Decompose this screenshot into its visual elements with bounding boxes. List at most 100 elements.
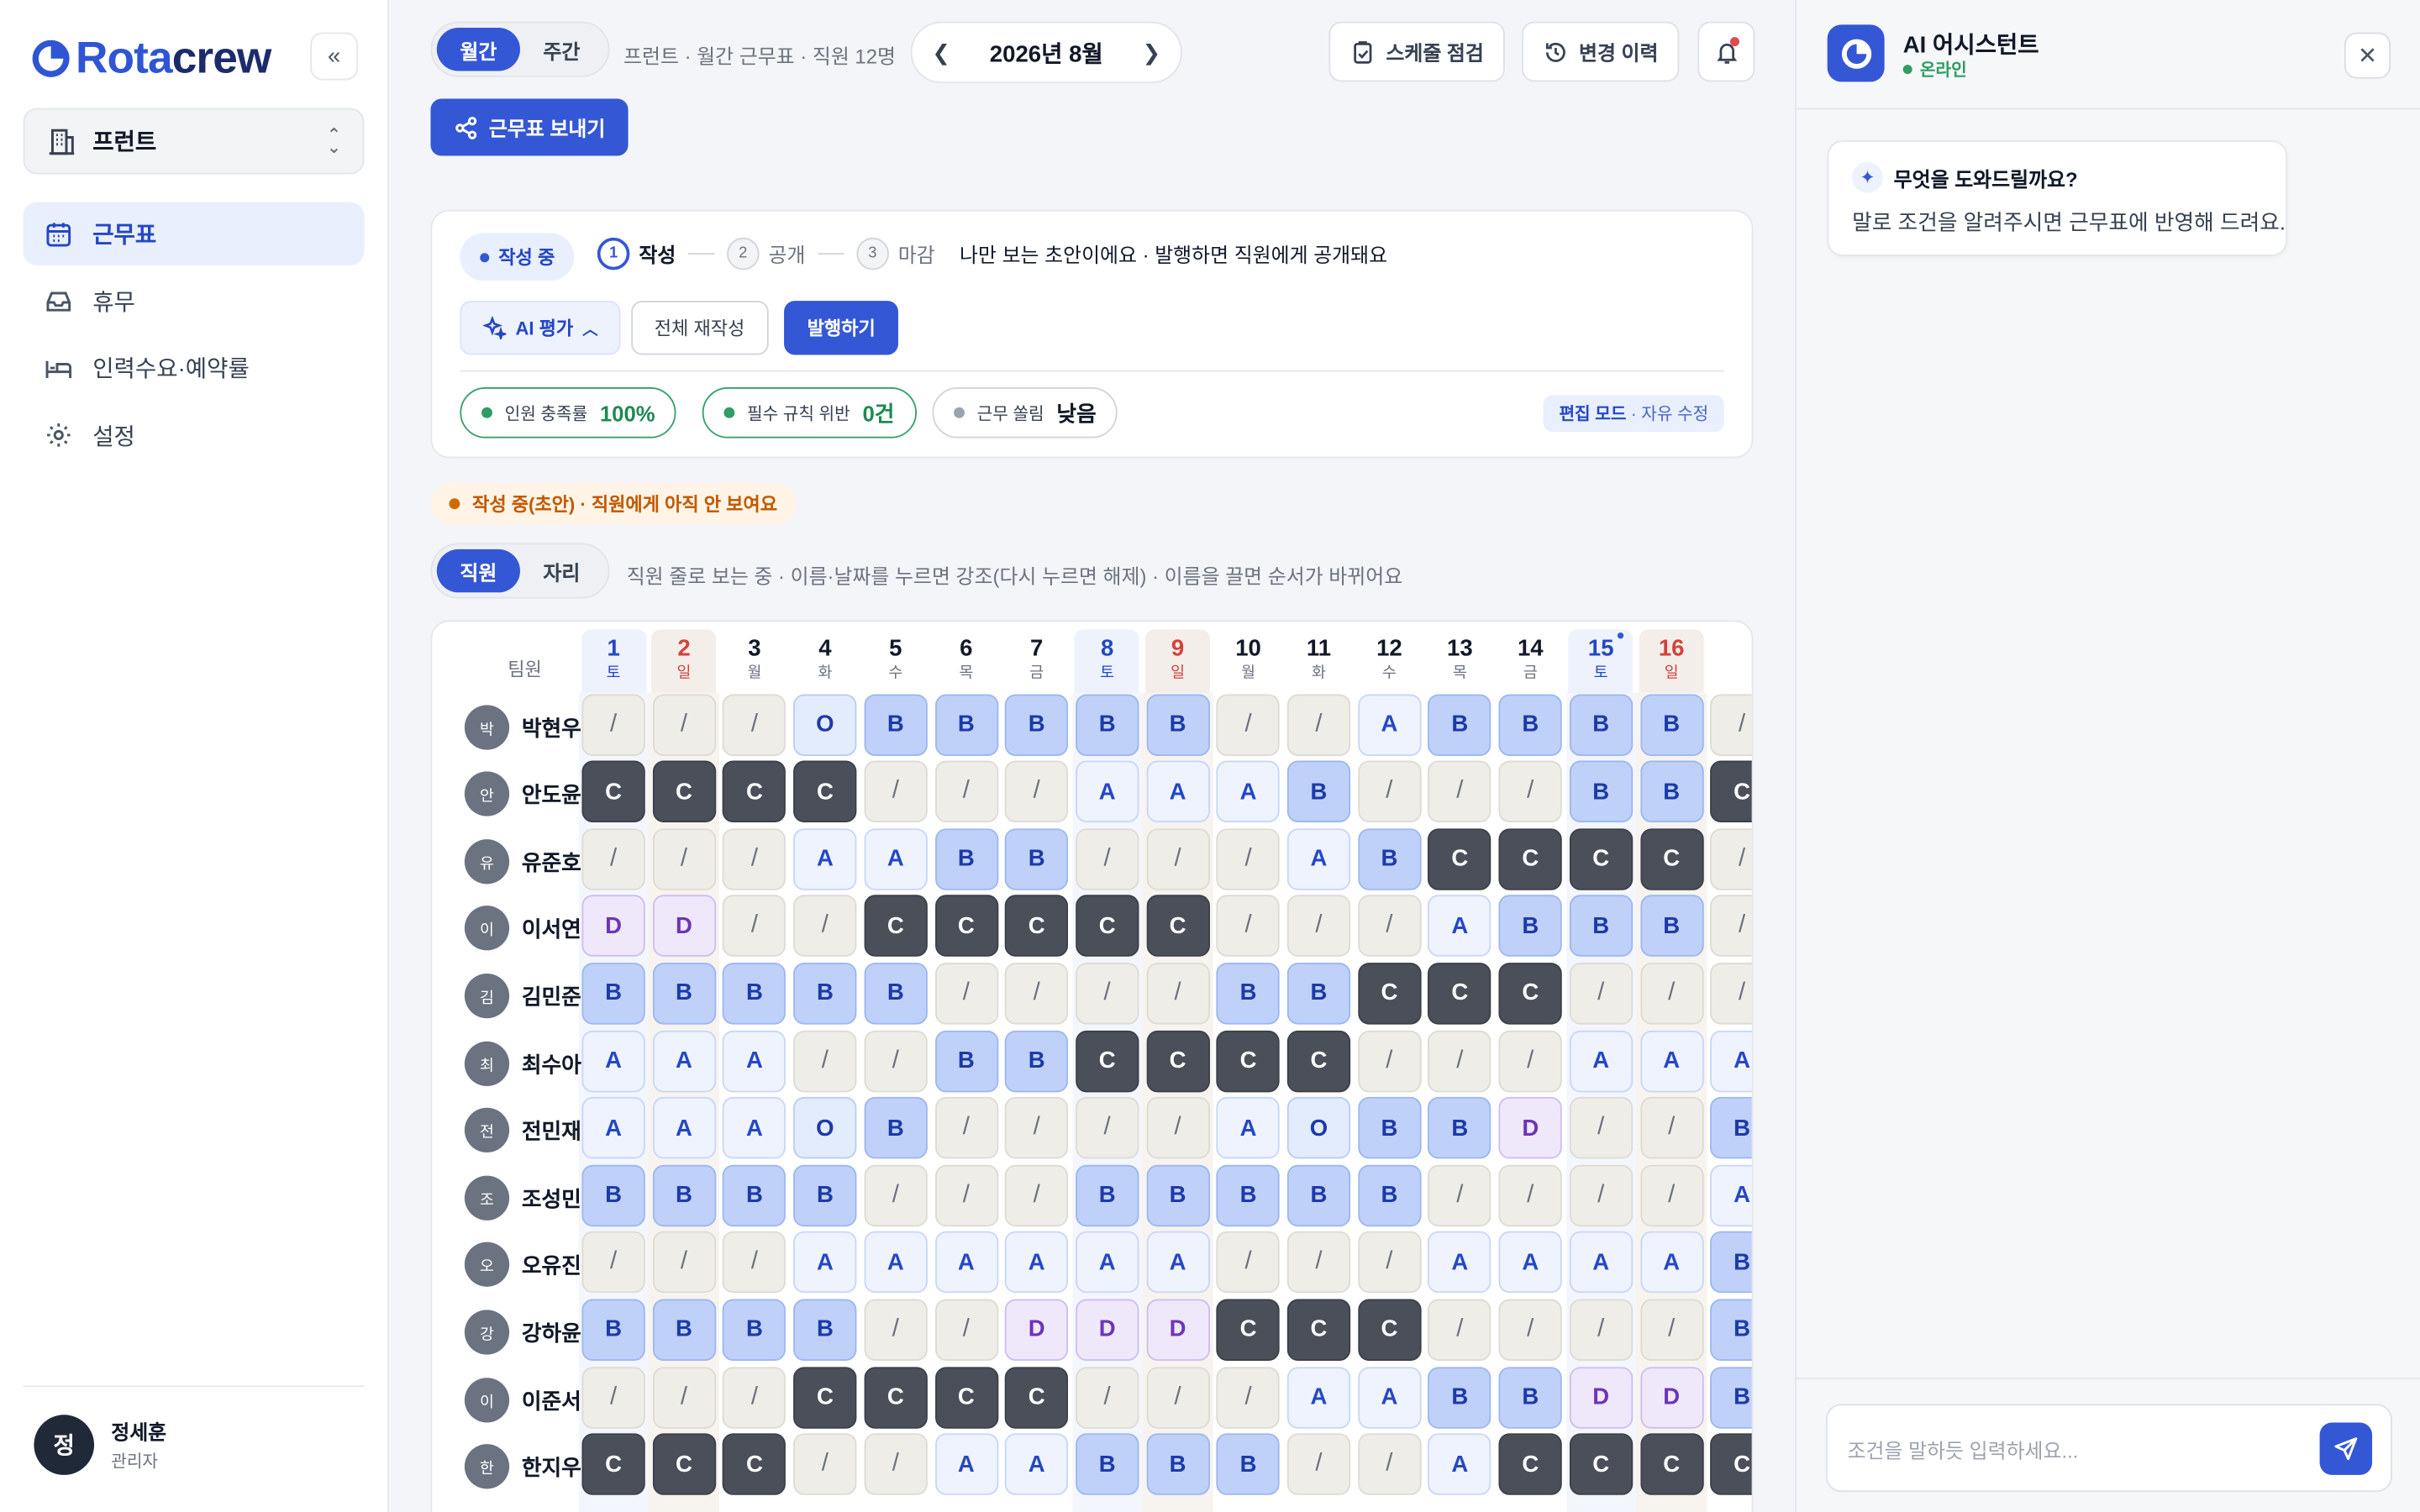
shift-cell[interactable]: / [1569, 1164, 1633, 1226]
shift-cell[interactable]: / [1357, 1030, 1422, 1092]
shift-cell[interactable]: / [864, 1299, 928, 1361]
shift-cell[interactable]: B [1005, 1030, 1069, 1092]
shift-cell[interactable]: / [934, 760, 998, 823]
shift-cell[interactable]: / [1498, 760, 1562, 823]
shift-cell[interactable]: A [1428, 895, 1491, 958]
shift-cell[interactable]: / [1710, 827, 1752, 890]
shift-cell[interactable]: / [793, 895, 857, 958]
brand-logo[interactable]: Rota crew [31, 28, 271, 89]
day-header[interactable]: 4화 [792, 629, 857, 692]
shift-cell[interactable]: / [1145, 1366, 1210, 1428]
shift-cell[interactable]: / [1075, 1097, 1139, 1159]
shift-cell[interactable]: C [1498, 1433, 1562, 1495]
shift-cell[interactable]: B [1710, 1097, 1752, 1159]
message-input[interactable] [1847, 1439, 2296, 1463]
shift-cell[interactable]: B [864, 1097, 928, 1159]
shift-cell[interactable]: / [581, 1231, 645, 1294]
tab-monthly[interactable]: 월간 [436, 28, 520, 71]
shift-cell[interactable]: B [1357, 1164, 1422, 1226]
publish-button[interactable]: 발행하기 [784, 301, 899, 355]
shift-cell[interactable]: / [1005, 962, 1069, 1025]
notifications-button[interactable] [1697, 21, 1755, 82]
day-header[interactable]: 5수 [863, 629, 928, 692]
shift-cell[interactable]: / [934, 1164, 998, 1226]
shift-cell[interactable]: C [652, 760, 716, 823]
shift-cell[interactable]: A [1005, 1231, 1069, 1294]
day-header[interactable]: 15 토 [1568, 629, 1634, 693]
shift-cell[interactable]: A [1145, 1231, 1210, 1294]
shift-cell[interactable]: B [1639, 895, 1703, 958]
staff-name[interactable]: 유준호 [522, 847, 581, 878]
shift-cell[interactable]: C [1428, 962, 1491, 1025]
user-profile[interactable]: 정 정세훈 관리자 [34, 1415, 166, 1475]
shift-cell[interactable]: / [1286, 895, 1351, 958]
shift-cell[interactable]: / [723, 895, 786, 958]
sidebar-item-settings[interactable]: 설정 [24, 403, 365, 466]
shift-cell[interactable]: B [723, 1164, 786, 1226]
shift-cell[interactable]: / [1428, 1299, 1491, 1361]
shift-cell[interactable]: / [1710, 895, 1752, 958]
shift-cell[interactable]: B [934, 693, 998, 756]
shift-cell[interactable]: A [934, 1231, 998, 1294]
send-schedule-button[interactable]: 근무표 보내기 [430, 98, 629, 156]
shift-cell[interactable]: B [1075, 1164, 1139, 1226]
sidebar-item-schedule[interactable]: 근무표 [23, 202, 365, 265]
shift-cell[interactable]: C [1710, 760, 1752, 823]
shift-cell[interactable]: B [1005, 827, 1069, 890]
shift-cell[interactable]: D [652, 895, 716, 958]
shift-cell[interactable]: / [1005, 760, 1069, 823]
shift-cell[interactable]: / [1498, 1299, 1562, 1361]
shift-cell[interactable]: O [1286, 1097, 1351, 1159]
shift-cell[interactable]: B [652, 962, 716, 1025]
day-header[interactable]: 8토 [1075, 629, 1140, 693]
staff-name[interactable]: 한지우 [522, 1452, 581, 1483]
shift-cell[interactable]: / [1216, 1231, 1281, 1294]
shift-cell[interactable]: / [1357, 760, 1422, 823]
send-message-button[interactable] [2319, 1422, 2373, 1475]
staff-name[interactable]: 이서연 [522, 914, 581, 945]
shift-cell[interactable]: C [934, 1366, 998, 1428]
shift-cell[interactable]: B [1498, 1366, 1562, 1428]
shift-cell[interactable]: B [1075, 693, 1139, 756]
shift-cell[interactable]: / [793, 1433, 857, 1495]
day-header[interactable]: 9일 [1145, 629, 1211, 693]
shift-cell[interactable]: B [864, 962, 928, 1025]
next-month-icon[interactable]: ❯ [1143, 39, 1161, 66]
shift-cell[interactable]: / [1710, 693, 1752, 756]
shift-cell[interactable]: B [1286, 760, 1351, 823]
shift-cell[interactable]: / [1639, 1097, 1703, 1159]
shift-cell[interactable]: B [581, 1299, 645, 1361]
shift-cell[interactable]: A [934, 1433, 998, 1495]
shift-cell[interactable]: C [1569, 827, 1633, 890]
shift-cell[interactable]: / [1145, 827, 1210, 890]
day-header[interactable]: 6목 [934, 629, 998, 692]
staff-name[interactable]: 김민준 [522, 981, 581, 1012]
day-header[interactable]: 10 월 [1216, 629, 1281, 692]
shift-cell[interactable]: B [1216, 1164, 1281, 1226]
shift-cell[interactable]: A [652, 1030, 716, 1092]
shift-cell[interactable]: B [1428, 693, 1491, 756]
shift-cell[interactable]: / [934, 1299, 998, 1361]
shift-cell[interactable]: / [1428, 1164, 1491, 1226]
staff-name[interactable]: 강하윤 [522, 1317, 581, 1348]
shift-cell[interactable]: B [723, 962, 786, 1025]
shift-cell[interactable]: C [1357, 962, 1422, 1025]
shift-cell[interactable]: C [934, 895, 998, 958]
shift-cell[interactable]: / [1357, 895, 1422, 958]
edit-mode-badge[interactable]: 편집 모드 · 자유 수정 [1544, 395, 1724, 433]
shift-cell[interactable]: B [1145, 693, 1210, 756]
shift-cell[interactable]: / [1357, 1231, 1422, 1294]
staff-name[interactable]: 안도윤 [522, 780, 581, 811]
shift-cell[interactable]: / [1145, 962, 1210, 1025]
prev-month-icon[interactable]: ❮ [932, 39, 950, 66]
shift-cell[interactable]: / [581, 1366, 645, 1428]
shift-cell[interactable]: / [934, 962, 998, 1025]
shift-cell[interactable]: D [1145, 1299, 1210, 1361]
shift-cell[interactable]: / [1216, 693, 1281, 756]
shift-cell[interactable]: A [1498, 1231, 1562, 1294]
shift-cell[interactable]: A [1286, 1366, 1351, 1428]
shift-cell[interactable]: C [864, 895, 928, 958]
shift-cell[interactable]: A [1428, 1433, 1491, 1495]
shift-cell[interactable]: A [1075, 760, 1139, 823]
shift-cell[interactable]: A [581, 1030, 645, 1092]
